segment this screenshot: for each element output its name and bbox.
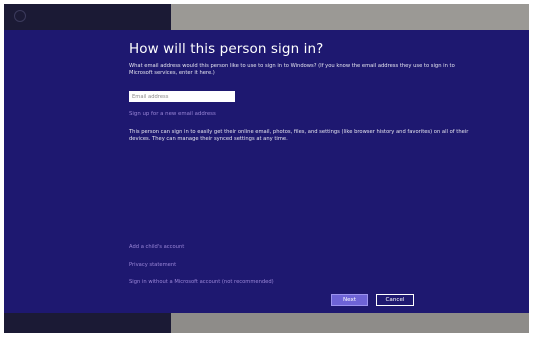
privacy-statement-link[interactable]: Privacy statement xyxy=(129,262,176,268)
sign-in-dialog: How will this person sign in? What email… xyxy=(4,30,529,313)
dialog-title: How will this person sign in? xyxy=(129,41,324,57)
signup-new-email-link[interactable]: Sign up for a new email address xyxy=(129,111,216,117)
back-arrow-icon[interactable] xyxy=(14,10,26,22)
background-bottom-left xyxy=(4,313,171,333)
local-account-link[interactable]: Sign in without a Microsoft account (not… xyxy=(129,279,274,285)
cancel-button[interactable]: Cancel xyxy=(376,294,414,306)
next-button[interactable]: Next xyxy=(331,294,368,306)
background-bottom-right xyxy=(171,313,529,333)
email-field[interactable] xyxy=(129,91,235,102)
sync-info-text: This person can sign in to easily get th… xyxy=(129,129,469,143)
screen: How will this person sign in? What email… xyxy=(4,4,529,333)
background-right-strip xyxy=(171,4,529,30)
dialog-description: What email address would this person lik… xyxy=(129,63,455,77)
add-child-account-link[interactable]: Add a child's account xyxy=(129,244,184,250)
